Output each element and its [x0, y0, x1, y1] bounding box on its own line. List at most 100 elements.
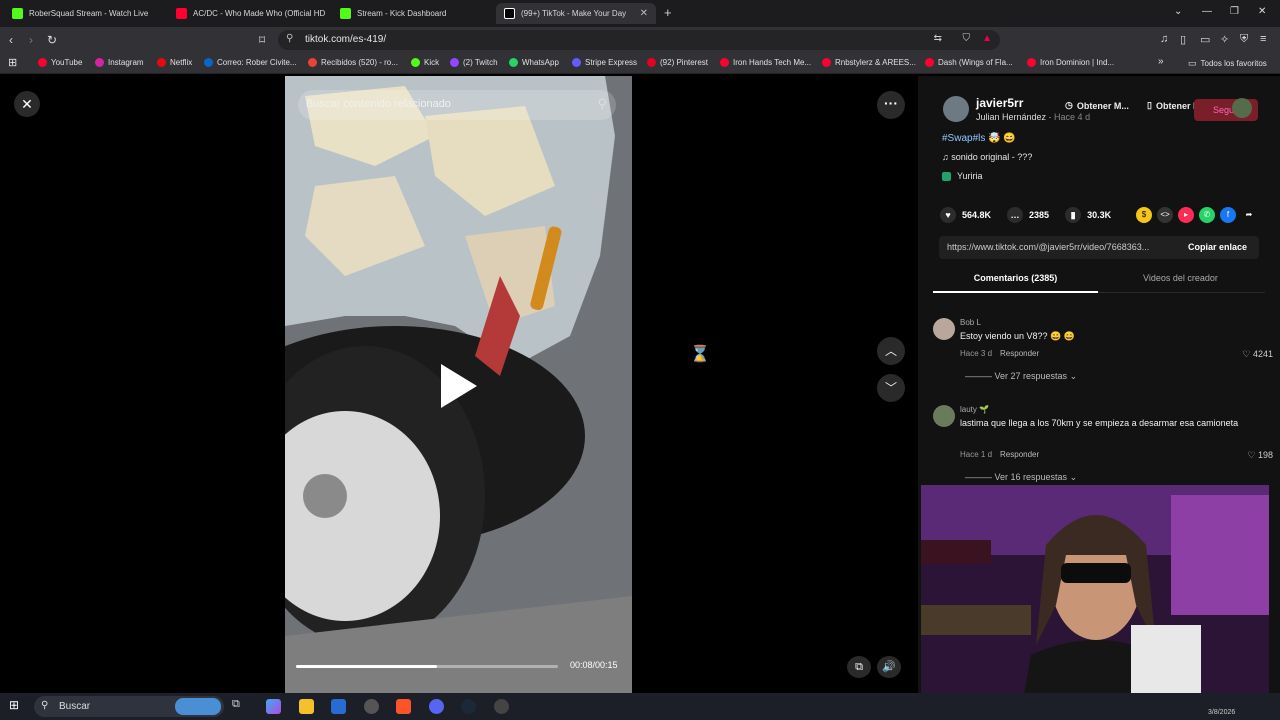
coin-icon[interactable]: $ — [1136, 207, 1152, 223]
viewer-avatar[interactable] — [1232, 98, 1252, 118]
comment-likes[interactable]: ♡ 198 — [1247, 450, 1273, 461]
comment-button[interactable]: … 2385 — [1007, 207, 1049, 223]
close-tab-icon[interactable]: ✕ — [640, 8, 648, 19]
bookmark-label: Netflix — [170, 58, 193, 67]
translate-icon[interactable]: ⇆ — [934, 33, 942, 44]
leo-ai-icon[interactable]: ✧ — [1220, 33, 1229, 46]
embed-icon[interactable]: <> — [1157, 207, 1173, 223]
get-mobile-button[interactable]: ◷ Obtener M... — [1065, 100, 1129, 111]
comment-like-count: 4241 — [1252, 349, 1273, 359]
bookmark-item[interactable]: Dash (Wings of Fla... — [925, 58, 1013, 67]
bookmark-item[interactable]: Correo: Rober Civite... — [204, 58, 297, 67]
taskbar-date: 3/8/2026 — [1208, 709, 1236, 716]
wallet-icon[interactable]: ▭ — [1200, 33, 1210, 46]
close-window-button[interactable]: ✕ — [1258, 6, 1266, 17]
avatar[interactable] — [933, 405, 955, 427]
related-search-input[interactable]: Buscar contenido relacionado ⚲ — [298, 90, 616, 120]
browser-tab-kick-stream[interactable]: RoberSquad Stream - Watch Live — [4, 3, 164, 24]
view-replies-button[interactable]: ——— Ver 27 respuestas ⌄ — [965, 371, 1077, 382]
steam-icon[interactable] — [461, 699, 476, 714]
browser-tab-kick-dashboard[interactable]: Stream - Kick Dashboard — [332, 3, 492, 24]
avatar[interactable] — [933, 318, 955, 340]
save-button[interactable]: ▮ 30.3K — [1065, 207, 1111, 223]
site-info-icon[interactable]: ⚲ — [286, 33, 293, 44]
reply-button[interactable]: Responder — [1000, 349, 1039, 358]
new-tab-button[interactable]: + — [664, 5, 672, 20]
reload-icon[interactable]: ↻ — [47, 33, 57, 47]
view-replies-button[interactable]: ——— Ver 16 respuestas ⌄ — [965, 472, 1077, 483]
copy-link-button[interactable]: Copiar enlace — [1188, 242, 1247, 252]
chevron-down-icon: ⌄ — [1067, 371, 1078, 381]
menu-icon[interactable]: ≡ — [1260, 33, 1266, 45]
vpn-icon[interactable]: ⛨ — [1240, 33, 1248, 46]
location-tag[interactable]: Yuriria — [942, 171, 983, 181]
video-link-field[interactable]: https://www.tiktok.com/@javier5rr/video/… — [939, 236, 1259, 259]
minimize-button[interactable]: — — [1202, 6, 1212, 17]
app-icon[interactable] — [364, 699, 379, 714]
windows-start-icon[interactable]: ⊞ — [9, 698, 24, 713]
apps-icon[interactable]: ⊞ — [8, 56, 17, 69]
more-options-button[interactable]: ··· — [877, 91, 905, 119]
comment-author[interactable]: lauty 🌱 — [960, 405, 989, 414]
play-icon[interactable] — [441, 364, 477, 408]
volume-button[interactable]: 🔊 — [877, 656, 901, 678]
reply-button[interactable]: Responder — [1000, 450, 1039, 459]
store-icon[interactable] — [331, 699, 346, 714]
next-video-button[interactable]: ﹀ — [877, 374, 905, 402]
sidebar-icon[interactable]: ▯ — [1180, 33, 1186, 46]
obs-icon[interactable] — [494, 699, 509, 714]
more-bookmarks-icon[interactable]: » — [1158, 56, 1164, 67]
post-hashtags[interactable]: #Swap#ls 🤯 😄 — [942, 133, 1016, 144]
post-sound[interactable]: ♫ sonido original - ??? — [942, 152, 1032, 162]
media-icon[interactable]: ♫ — [1160, 33, 1168, 45]
bookmark-item[interactable]: (2) Twitch — [450, 58, 498, 67]
bookmark-item[interactable]: (92) Pinterest — [647, 58, 708, 67]
close-viewer-button[interactable]: ✕ — [14, 91, 40, 117]
back-icon[interactable]: ‹ — [9, 33, 13, 47]
bookmark-item[interactable]: Recibidos (520) - ro... — [308, 58, 398, 67]
comment-likes[interactable]: ♡ 4241 — [1242, 349, 1273, 360]
creator-subtitle: Julian Hernández · Hace 4 d — [976, 112, 1091, 122]
tab-creator-videos[interactable]: Videos del creador — [1098, 273, 1263, 283]
brave-rewards-icon[interactable]: ▲ — [982, 33, 992, 44]
video-progress-bar[interactable] — [296, 665, 558, 668]
comment-author[interactable]: Bob L — [960, 318, 981, 327]
creator-username[interactable]: javier5rr — [976, 96, 1023, 110]
url-bar[interactable]: ⚲ tiktok.com/es-419/ ⇆ ⛉ ▲ — [278, 30, 1000, 50]
search-icon[interactable]: ⚲ — [597, 96, 607, 112]
facebook-icon[interactable]: f — [1220, 207, 1236, 223]
brave-shields-icon[interactable]: ⛉ — [963, 33, 971, 44]
bookmark-item[interactable]: Kick — [411, 58, 439, 67]
creator-avatar[interactable] — [943, 96, 969, 122]
brave-icon[interactable] — [396, 699, 411, 714]
copilot-icon[interactable] — [266, 699, 281, 714]
all-favorites-folder[interactable]: ▭ Todos los favoritos — [1188, 58, 1267, 69]
bookmark-item[interactable]: Netflix — [157, 58, 192, 67]
bookmark-item[interactable]: Iron Hands Tech Me... — [720, 58, 811, 67]
like-button[interactable]: ♥ 564.8K — [940, 207, 991, 223]
bookmark-item[interactable]: Iron Dominion | Ind... — [1027, 58, 1114, 67]
maximize-button[interactable]: ❐ — [1230, 6, 1239, 17]
task-view-icon[interactable]: ⧉ — [232, 698, 247, 713]
floating-player-button[interactable]: ⧉ — [847, 656, 871, 678]
whatsapp-icon[interactable]: ✆ — [1199, 207, 1215, 223]
send-icon[interactable]: ▸ — [1178, 207, 1194, 223]
browser-tab-youtube[interactable]: AC/DC - Who Made Who (Official HD — [168, 3, 328, 24]
tab-comments[interactable]: Comentarios (2385) — [933, 273, 1098, 283]
bookmark-item[interactable]: Instagram — [95, 58, 144, 67]
tab-search-icon[interactable]: ⌄ — [1174, 6, 1182, 17]
taskbar-search[interactable]: ⚲ Buscar — [34, 696, 224, 717]
browser-tab-tiktok[interactable]: (99+) TikTok - Make Your Day ✕ — [496, 3, 656, 24]
bookmark-item[interactable]: YouTube — [38, 58, 82, 67]
discord-icon[interactable] — [429, 699, 444, 714]
post-date: Hace 4 d — [1054, 112, 1091, 122]
bookmark-item[interactable]: Rnbstylerz & AREES... — [822, 58, 916, 67]
chevron-up-icon: ︿ — [884, 344, 897, 358]
bookmark-item[interactable]: Stripe Express — [572, 58, 637, 67]
forward-icon[interactable]: › — [29, 33, 33, 47]
previous-video-button[interactable]: ︿ — [877, 337, 905, 365]
share-arrow-icon[interactable]: ➦ — [1241, 207, 1257, 223]
bookmark-icon[interactable]: ⌑ — [259, 33, 265, 47]
file-explorer-icon[interactable] — [299, 699, 314, 714]
bookmark-item[interactable]: WhatsApp — [509, 58, 559, 67]
